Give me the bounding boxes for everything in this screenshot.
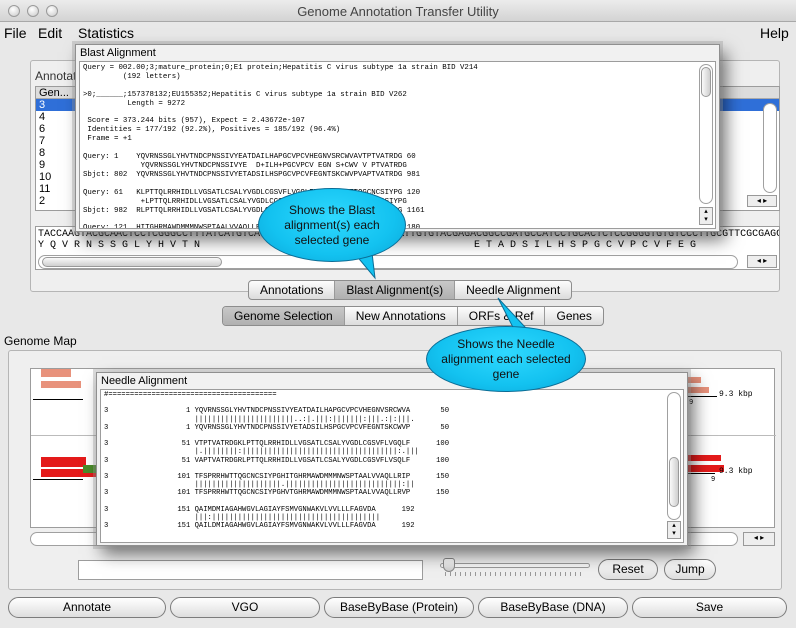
blast-alignment-popup: Blast Alignment Query = 002.00;3;mature_… <box>75 44 720 232</box>
tab-genes[interactable]: Genes <box>545 307 602 325</box>
needle-alignment-popup: Needle Alignment #======================… <box>96 372 688 546</box>
blast-callout: Shows the Blast alignment(s) each select… <box>258 188 406 262</box>
gene-block[interactable] <box>41 457 86 467</box>
gene-block[interactable] <box>41 381 81 388</box>
needle-alignment-text: #=======================================… <box>104 391 450 531</box>
needle-popup-title: Needle Alignment <box>101 375 188 387</box>
tick-mark: 9 <box>711 476 716 484</box>
scroll-thumb[interactable] <box>669 457 679 507</box>
gene-block[interactable] <box>83 465 97 473</box>
tab-blast-alignment[interactable]: Blast Alignment(s) <box>335 281 456 299</box>
basebybase-dna-button[interactable]: BaseByBase (DNA) <box>478 597 628 618</box>
gene-block[interactable] <box>41 369 71 377</box>
scroll-arrows[interactable]: ▴ ▾ <box>699 207 713 225</box>
slider-track <box>440 563 590 568</box>
menu-edit[interactable]: Edit <box>38 25 62 41</box>
blast-callout-text: Shows the Blast alignment(s) each select… <box>284 202 380 247</box>
slider-ticks <box>445 572 585 576</box>
scroll-thumb[interactable] <box>701 67 711 97</box>
scroll-thumb[interactable] <box>42 257 222 267</box>
reset-button[interactable]: Reset <box>598 559 658 580</box>
scroll-arrows[interactable]: ▴ ▾ <box>667 521 681 539</box>
blast-popup-title: Blast Alignment <box>80 47 156 59</box>
genome-line <box>33 479 83 480</box>
scroll-arrows[interactable]: ◂ ▸ <box>743 532 775 546</box>
needle-callout-text: Shows the Needle alignment each selected… <box>441 336 571 381</box>
menu-bar: File Edit Statistics Help <box>0 22 796 44</box>
scroll-arrows[interactable]: ◂ ▸ <box>747 255 777 268</box>
basebybase-protein-button[interactable]: BaseByBase (Protein) <box>324 597 474 618</box>
vgo-button[interactable]: VGO <box>170 597 320 618</box>
annotate-button[interactable]: Annotate <box>8 597 166 618</box>
genome-map-title: Genome Map <box>4 334 77 348</box>
scale-label: 9.3 kbp <box>719 467 753 476</box>
slider-thumb[interactable] <box>443 558 455 572</box>
genome-line <box>33 399 83 400</box>
menu-statistics[interactable]: Statistics <box>78 25 134 41</box>
save-button[interactable]: Save <box>632 597 787 618</box>
annotations-panel-title: Annotati <box>35 69 80 83</box>
list-vertical-scrollbar[interactable] <box>763 103 777 193</box>
title-bar: Genome Annotation Transfer Utility <box>0 0 796 22</box>
needle-callout: Shows the Needle alignment each selected… <box>426 326 586 392</box>
window-title: Genome Annotation Transfer Utility <box>297 4 499 19</box>
jump-input[interactable] <box>78 560 423 580</box>
aa-sequence-left: Y Q V R N S S G L Y H V T N <box>38 240 201 251</box>
scroll-arrows[interactable]: ◂ ▸ <box>747 195 777 207</box>
scale-label: 9.3 kbp <box>719 390 753 399</box>
tab-new-annotations[interactable]: New Annotations <box>345 307 458 325</box>
needle-vertical-scrollbar[interactable] <box>667 392 681 520</box>
needle-text-area[interactable]: #=======================================… <box>100 389 684 543</box>
zoom-slider[interactable] <box>440 558 590 578</box>
aa-sequence-right: E T A D S I L H S P G C V P C V F E G <box>474 240 697 251</box>
tab-genome-selection[interactable]: Genome Selection <box>223 307 345 325</box>
menu-file[interactable]: File <box>4 25 27 41</box>
tick-mark: 9 <box>689 399 694 407</box>
jump-button[interactable]: Jump <box>664 559 716 580</box>
blast-text-area[interactable]: Query = 002.00;3;mature_protein;0;E1 pro… <box>79 61 716 229</box>
blast-alignment-text: Query = 002.00;3;mature_protein;0;E1 pro… <box>83 64 478 229</box>
blast-vertical-scrollbar[interactable] <box>699 64 713 204</box>
menu-help[interactable]: Help <box>760 25 789 41</box>
tab-annotations[interactable]: Annotations <box>249 281 336 299</box>
